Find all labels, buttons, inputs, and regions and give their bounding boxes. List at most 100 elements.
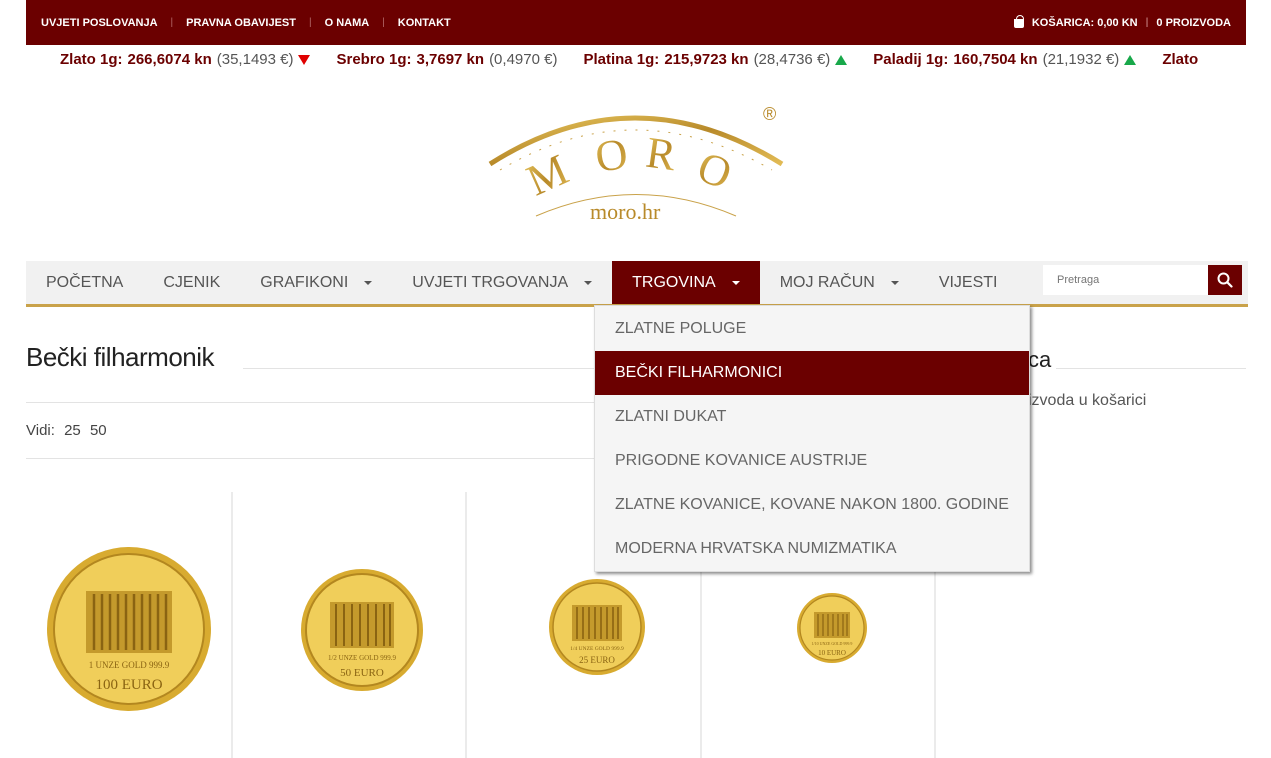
svg-text:1/4 UNZE GOLD 999.9: 1/4 UNZE GOLD 999.9 — [570, 646, 624, 652]
top-links: UVJETI POSLOVANJA | PRAVNA OBAVIJEST | O… — [41, 17, 451, 29]
ticker-item-zlato: Zlato 1g: 266,6074 kn (35,1493 €) — [60, 51, 311, 68]
svg-text:O: O — [592, 129, 630, 182]
gold-coin-image: 1 UNZE GOLD 999.9 100 EURO — [47, 547, 211, 711]
per-page-option-50[interactable]: 50 — [90, 422, 107, 439]
chevron-down-icon — [890, 280, 899, 285]
ticker-price: 3,7697 kn — [416, 51, 485, 68]
menu-item-moderna-hrvatska-numizmatika[interactable]: MODERNA HRVATSKA NUMIZMATIKA — [595, 527, 1029, 571]
search-button[interactable] — [1208, 265, 1242, 295]
nav-label: GRAFIKONI — [260, 273, 349, 291]
ticker-eur: (28,4736 €) — [753, 51, 831, 68]
menu-item-prigodne-kovanice-austrije[interactable]: PRIGODNE KOVANICE AUSTRIJE — [595, 439, 1029, 483]
ticker-metal-name: Paladij 1g: — [873, 51, 949, 68]
nav-item-pocetna[interactable]: POČETNA — [26, 261, 143, 304]
top-bar: UVJETI POSLOVANJA | PRAVNA OBAVIJEST | O… — [26, 0, 1246, 45]
divider — [465, 492, 467, 758]
divider — [231, 492, 233, 758]
separator: | — [382, 17, 385, 28]
link-o-nama[interactable]: O NAMA — [325, 17, 370, 29]
gold-coin-image: 1/2 UNZE GOLD 999.9 50 EURO — [301, 569, 423, 691]
separator: | — [308, 17, 312, 28]
link-kontakt[interactable]: KONTAKT — [398, 17, 451, 29]
ticker-eur: (0,4970 €) — [489, 51, 558, 68]
nav-item-vijesti[interactable]: VIJESTI — [919, 261, 1018, 304]
main-navigation: POČETNA CJENIK GRAFIKONI UVJETI TRGOVANJ… — [26, 261, 1248, 307]
ticker-metal-name: Zlato 1g: — [60, 51, 123, 68]
nav-label: CJENIK — [163, 273, 221, 291]
cart-count: 0 PROIZVODA — [1156, 16, 1231, 29]
chevron-down-icon — [731, 280, 740, 285]
nav-label: POČETNA — [46, 273, 124, 291]
separator: | — [1145, 17, 1149, 28]
svg-text:10 EURO: 10 EURO — [818, 649, 846, 657]
svg-text:1/10 UNZE GOLD 999.9: 1/10 UNZE GOLD 999.9 — [812, 641, 853, 646]
nav-item-trgovina[interactable]: TRGOVINA — [612, 261, 760, 304]
svg-text:moro.hr: moro.hr — [590, 199, 661, 224]
cart-summary[interactable]: KOŠARICA: 0,00 KN | 0 PROIZVODA — [1013, 15, 1231, 29]
per-page-selector: Vidi: 25 50 — [26, 422, 112, 439]
svg-text:1/2 UNZE GOLD 999.9: 1/2 UNZE GOLD 999.9 — [328, 654, 397, 662]
per-page-label: Vidi: — [26, 422, 55, 439]
ticker-item-srebro: Srebro 1g: 3,7697 kn (0,4970 €) — [336, 51, 557, 68]
search-icon — [1217, 272, 1233, 288]
link-pravna-obavijest[interactable]: PRAVNA OBAVIJEST — [186, 17, 296, 29]
trend-up-icon — [1124, 54, 1137, 65]
svg-text:100 EURO: 100 EURO — [95, 677, 162, 693]
menu-item-zlatni-dukat[interactable]: ZLATNI DUKAT — [595, 395, 1029, 439]
ticker-item-zlato-repeat: Zlato — [1162, 51, 1198, 68]
site-logo[interactable]: M O R O moro.hr ® — [486, 98, 786, 228]
separator: | — [170, 17, 174, 28]
trgovina-dropdown-menu: ZLATNE POLUGE BEČKI FILHARMONICI ZLATNI … — [594, 305, 1030, 572]
svg-text:25 EURO: 25 EURO — [579, 655, 615, 665]
nav-item-moj-racun[interactable]: MOJ RAČUN — [760, 261, 919, 304]
chevron-down-icon — [364, 280, 373, 285]
ticker-metal-name: Zlato — [1162, 51, 1199, 68]
nav-label: TRGOVINA — [632, 273, 716, 291]
nav-label: VIJESTI — [938, 273, 998, 291]
ticker-eur: (35,1493 €) — [216, 51, 294, 68]
sidebar-cart-title: ca — [1028, 347, 1052, 372]
ticker-price: 160,7504 kn — [953, 51, 1038, 68]
product-coin-25-euro[interactable]: 1/4 UNZE GOLD 999.9 25 EURO — [548, 578, 646, 681]
ticker-eur: (21,1932 €) — [1042, 51, 1120, 68]
ticker-price: 266,6074 kn — [127, 51, 212, 68]
divider — [26, 458, 598, 459]
nav-item-uvjeti-trgovanja[interactable]: UVJETI TRGOVANJA — [392, 261, 612, 304]
nav-label: MOJ RAČUN — [779, 273, 875, 291]
ticker-price: 215,9723 kn — [664, 51, 749, 68]
ticker-item-platina: Platina 1g: 215,9723 kn (28,4736 €) — [583, 51, 848, 68]
ticker-item-paladij: Paladij 1g: 160,7504 kn (21,1932 €) — [873, 51, 1137, 68]
sidebar-cart-text: izvoda u košarici — [1028, 392, 1147, 409]
svg-text:1 UNZE GOLD 999.9: 1 UNZE GOLD 999.9 — [89, 660, 170, 670]
divider — [1056, 368, 1246, 369]
search-input[interactable] — [1043, 265, 1208, 295]
product-coin-100-euro[interactable]: 1 UNZE GOLD 999.9 100 EURO — [46, 546, 212, 717]
menu-item-zlatne-poluge[interactable]: ZLATNE POLUGE — [595, 307, 1029, 351]
divider — [243, 368, 598, 369]
chevron-down-icon — [584, 280, 593, 285]
search-box — [1043, 265, 1242, 295]
svg-text:M: M — [520, 145, 576, 206]
svg-text:®: ® — [763, 104, 776, 124]
nav-item-cjenik[interactable]: CJENIK — [143, 261, 240, 304]
per-page-option-25[interactable]: 25 — [64, 422, 81, 439]
ticker-metal-name: Srebro 1g: — [336, 51, 412, 68]
link-uvjeti-poslovanja[interactable]: UVJETI POSLOVANJA — [41, 17, 158, 29]
page-title: Bečki filharmonik — [26, 342, 215, 372]
ticker-metal-name: Platina 1g: — [583, 51, 660, 68]
nav-item-grafikoni[interactable]: GRAFIKONI — [240, 261, 392, 304]
moro-logo-icon: M O R O moro.hr ® — [488, 104, 784, 224]
gold-coin-image: 1/10 UNZE GOLD 999.9 10 EURO — [797, 593, 867, 663]
trend-down-icon — [298, 54, 311, 65]
gold-coin-image: 1/4 UNZE GOLD 999.9 25 EURO — [549, 579, 645, 675]
product-coin-10-euro[interactable]: 1/10 UNZE GOLD 999.9 10 EURO — [796, 592, 868, 669]
trend-up-icon — [835, 54, 848, 65]
menu-item-zlatne-kovanice[interactable]: ZLATNE KOVANICE, KOVANE NAKON 1800. GODI… — [595, 483, 1029, 527]
menu-item-becki-filharmonici[interactable]: BEČKI FILHARMONICI — [595, 351, 1029, 395]
product-coin-50-euro[interactable]: 1/2 UNZE GOLD 999.9 50 EURO — [300, 568, 424, 697]
price-ticker: Zlato 1g: 266,6074 kn (35,1493 €) Srebro… — [0, 45, 1271, 75]
svg-text:50 EURO: 50 EURO — [340, 667, 384, 679]
cart-total: KOŠARICA: 0,00 KN — [1031, 16, 1138, 29]
nav-label: UVJETI TRGOVANJA — [412, 273, 569, 291]
divider — [26, 402, 598, 403]
